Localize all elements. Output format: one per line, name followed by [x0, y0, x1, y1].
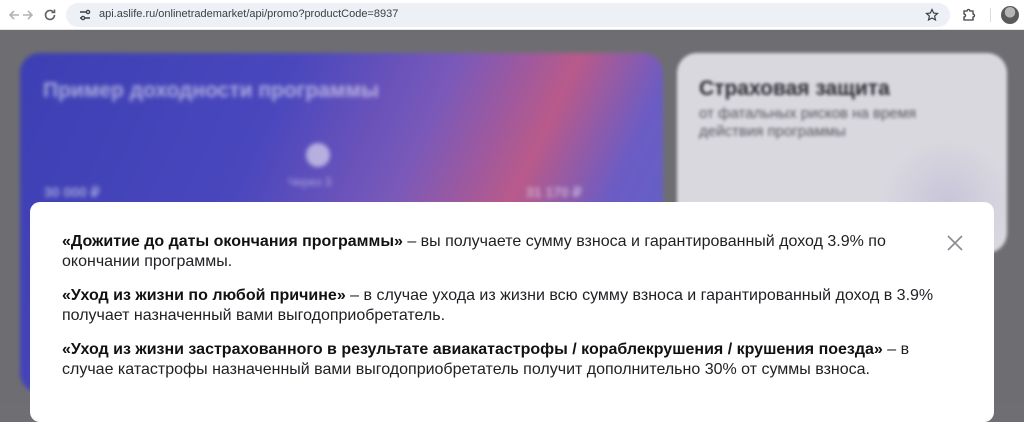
clock-icon — [306, 143, 330, 167]
risks-modal: «Дожитие до даты окончания программы» – … — [30, 202, 994, 422]
close-icon[interactable] — [944, 232, 966, 254]
modal-body: «Дожитие до даты окончания программы» – … — [62, 232, 942, 394]
yield-card-end-amount: 31 170 ₽ — [526, 184, 582, 200]
risk-item: «Дожитие до даты окончания программы» – … — [62, 232, 942, 272]
site-settings-icon[interactable] — [78, 8, 92, 22]
star-icon[interactable] — [924, 7, 940, 23]
forward-arrow-icon[interactable] — [18, 5, 38, 25]
insurance-card-subtitle: от фатальных рисков на время действия пр… — [699, 105, 917, 140]
address-bar[interactable]: api.aslife.ru/onlinetrademarket/api/prom… — [66, 3, 950, 27]
reload-icon[interactable] — [40, 5, 60, 25]
insurance-card-title: Страховая защита — [699, 77, 890, 100]
browser-toolbar: api.aslife.ru/onlinetrademarket/api/prom… — [0, 0, 1024, 30]
yield-card-start-amount: 30 000 ₽ — [44, 184, 100, 200]
puzzle-icon[interactable] — [960, 6, 978, 24]
avatar[interactable] — [1001, 6, 1019, 24]
risk-term: «Дожитие до даты окончания программы» — [62, 233, 403, 250]
yield-card-title: Пример доходности программы — [43, 79, 379, 102]
risk-term: «Уход из жизни застрахованного в результ… — [62, 341, 883, 358]
url-text: api.aslife.ru/onlinetrademarket/api/prom… — [99, 8, 399, 20]
risk-item: «Уход из жизни застрахованного в результ… — [62, 340, 942, 380]
risk-item: «Уход из жизни по любой причине» – в слу… — [62, 286, 942, 326]
risk-term: «Уход из жизни по любой причине» — [62, 287, 346, 304]
toolbar-divider — [990, 8, 991, 22]
yield-card-period: Через 3 — [288, 175, 332, 189]
